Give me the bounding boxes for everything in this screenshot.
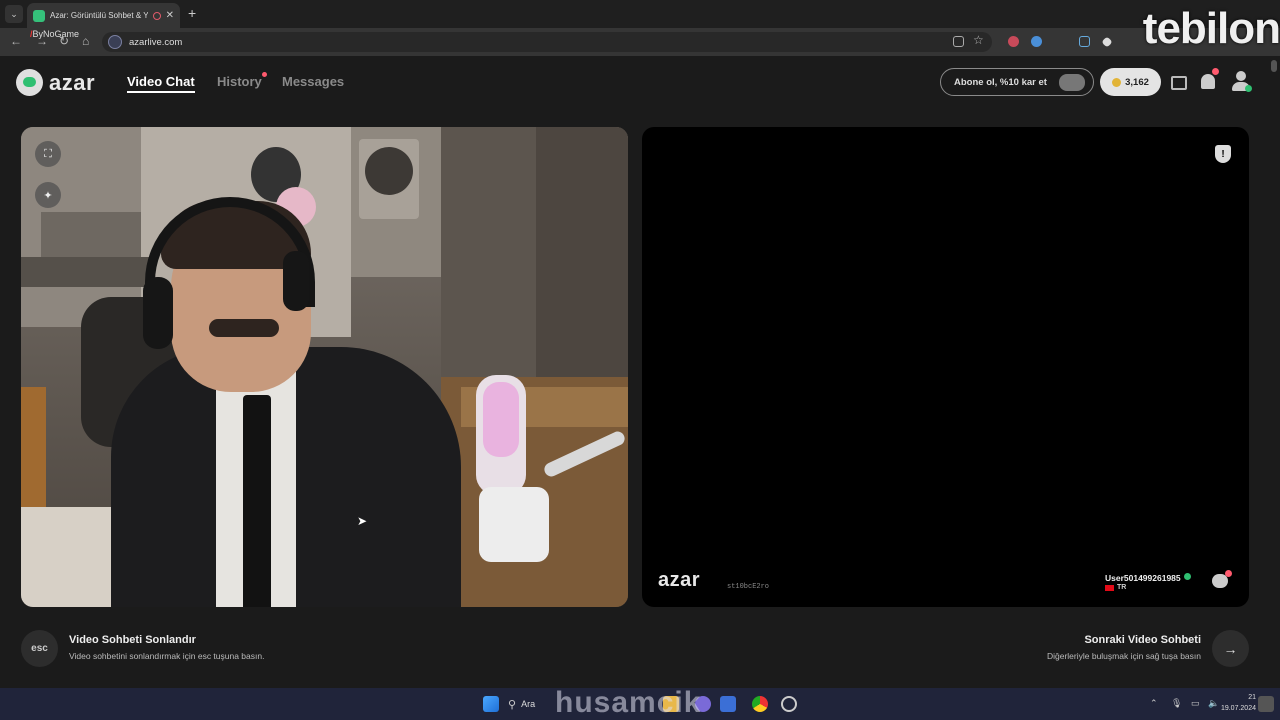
- notification-badge: [1212, 68, 1219, 75]
- extension-icon-2[interactable]: [1031, 36, 1042, 47]
- back-icon[interactable]: ←: [10, 34, 22, 48]
- tab-close-icon[interactable]: ✕: [166, 10, 174, 21]
- store-icon[interactable]: [1171, 76, 1187, 90]
- coin-icon: [1112, 77, 1122, 87]
- windows-start-icon[interactable]: [483, 696, 499, 712]
- browser-tab[interactable]: Azar: Görüntülü Sohbet & Y ✕: [27, 3, 180, 28]
- tab-search-icon[interactable]: ⌄: [5, 5, 23, 23]
- app-header: azar Video Chat History Messages Abone o…: [0, 56, 1280, 110]
- gift-icon: [1059, 74, 1085, 91]
- azar-video-watermark: azar: [658, 569, 701, 591]
- husamcik-watermark: husamcik: [555, 686, 702, 719]
- azar-logo-icon: [16, 69, 43, 96]
- nav-messages[interactable]: Messages: [282, 74, 344, 89]
- notification-bell-icon[interactable]: [1201, 74, 1215, 89]
- effects-wand-icon[interactable]: ✦: [35, 182, 61, 208]
- coin-balance: 3,162: [1125, 76, 1149, 88]
- next-chat-title: Sonraki Video Sohbeti: [1084, 634, 1201, 646]
- tab-title: Azar: Görüntülü Sohbet & Y: [50, 11, 148, 20]
- nav-history[interactable]: History: [217, 74, 262, 89]
- chat-badge: [1225, 570, 1232, 577]
- mouse-cursor-icon: ➤: [357, 514, 368, 528]
- search-icon: ⚲: [508, 698, 517, 711]
- clock-date: 19.07.2024: [1220, 705, 1256, 712]
- end-chat-title: Video Sohbeti Sonlandır: [69, 634, 196, 646]
- extension-icon-4[interactable]: [1101, 36, 1113, 48]
- self-video-panel: ⛶ ✦ ➤: [21, 127, 628, 607]
- tray-overflow-icon[interactable]: ⌃: [1150, 698, 1158, 709]
- tebilon-watermark: tebilon: [1142, 4, 1280, 53]
- site-info-icon[interactable]: [108, 35, 122, 49]
- browser-toolbar: ← → ↻ ⌂ /ByNoGame azarlive.com ☆: [0, 28, 1280, 56]
- end-chat-esc-button[interactable]: esc: [21, 630, 58, 667]
- home-icon[interactable]: ⌂: [82, 34, 89, 48]
- notification-center-icon[interactable]: [1258, 696, 1274, 712]
- taskbar-search-label: Ara: [521, 699, 536, 709]
- recording-icon: [152, 11, 161, 20]
- volume-tray-icon[interactable]: 🔈: [1208, 698, 1219, 709]
- session-id: st10bcE2ro: [727, 583, 770, 591]
- azar-logo[interactable]: azar: [16, 69, 95, 96]
- expand-view-icon[interactable]: ⛶: [35, 141, 61, 167]
- nav-video-chat[interactable]: Video Chat: [127, 74, 195, 93]
- taskbar-search[interactable]: ⚲ Ara: [508, 694, 552, 714]
- next-chat-subtitle: Diğerleriyle buluşmak için sağ tuşa bası…: [1046, 651, 1201, 661]
- coin-balance-button[interactable]: 3,162: [1100, 68, 1161, 96]
- subscribe-promo-button[interactable]: Abone ol, %10 kar et: [940, 68, 1094, 96]
- remote-country: TR: [1105, 584, 1126, 591]
- url-text: azarlive.com: [129, 36, 183, 48]
- remote-username[interactable]: User501499261985: [1105, 573, 1181, 583]
- remote-video-panel: ! azar st10bcE2ro User501499261985 TR: [642, 127, 1249, 607]
- country-code: TR: [1117, 584, 1127, 591]
- extension-icon-3[interactable]: [1079, 36, 1090, 47]
- new-tab-icon[interactable]: +: [188, 5, 196, 21]
- end-chat-subtitle: Video sohbetini sonlandırmak için esc tu…: [69, 651, 265, 661]
- next-chat-arrow-button[interactable]: →: [1212, 630, 1249, 667]
- verified-badge-icon: [1184, 573, 1191, 580]
- microphone-tray-icon[interactable]: 🎙: [1171, 698, 1182, 709]
- address-bar[interactable]: azarlive.com: [102, 32, 992, 52]
- bookmark-bynogame[interactable]: /ByNoGame: [30, 29, 79, 39]
- bookmark-star-icon[interactable]: ☆: [973, 33, 984, 47]
- browser-tab-bar: ⌄ Azar: Görüntülü Sohbet & Y ✕ +: [0, 0, 1280, 28]
- history-notification-dot: [262, 72, 267, 77]
- taskbar-clock[interactable]: 21 19.07.2024: [1221, 692, 1256, 714]
- network-tray-icon[interactable]: ▭: [1191, 698, 1200, 709]
- promo-label: Abone ol, %10 kar et: [954, 76, 1047, 88]
- azar-favicon-icon: [33, 9, 45, 22]
- profile-avatar-icon[interactable]: [1231, 70, 1252, 92]
- clock-time: 21: [1248, 694, 1256, 701]
- recorder-app-icon[interactable]: [781, 696, 797, 712]
- extension-icon-1[interactable]: [1008, 36, 1019, 47]
- scrollbar-thumb[interactable]: [1271, 60, 1277, 72]
- task-app-icon[interactable]: [720, 696, 736, 712]
- install-app-icon[interactable]: [953, 36, 964, 47]
- report-shield-icon[interactable]: !: [1215, 145, 1231, 163]
- turkey-flag-icon: [1105, 584, 1114, 591]
- chrome-icon[interactable]: [752, 696, 768, 712]
- logo-text: azar: [49, 69, 96, 95]
